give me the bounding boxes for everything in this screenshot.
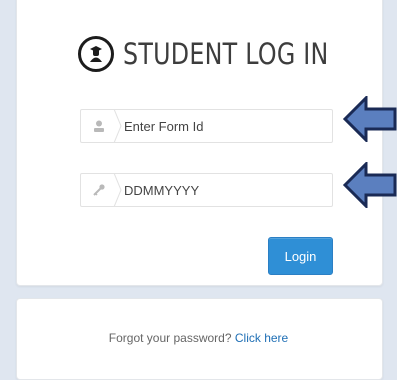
click-here-link[interactable]: Click here bbox=[235, 331, 288, 345]
dob-input[interactable] bbox=[124, 182, 314, 198]
left-arrow-icon bbox=[343, 96, 397, 142]
user-icon bbox=[81, 110, 117, 142]
login-button[interactable]: Login bbox=[268, 237, 333, 275]
field-divider bbox=[113, 172, 122, 208]
forgot-password-text: Forgot your password? bbox=[108, 331, 232, 345]
login-header: STUDENT LOG IN bbox=[78, 36, 374, 72]
page-title: STUDENT LOG IN bbox=[123, 37, 329, 71]
form-id-field[interactable] bbox=[80, 108, 333, 144]
field-divider bbox=[113, 108, 122, 144]
student-logo-icon bbox=[78, 36, 114, 72]
forgot-password-line: Forgot your password? Click here bbox=[0, 331, 397, 345]
dob-field[interactable] bbox=[80, 172, 333, 208]
left-arrow-icon bbox=[343, 162, 397, 208]
key-icon bbox=[81, 174, 117, 206]
form-id-input[interactable] bbox=[124, 118, 314, 134]
